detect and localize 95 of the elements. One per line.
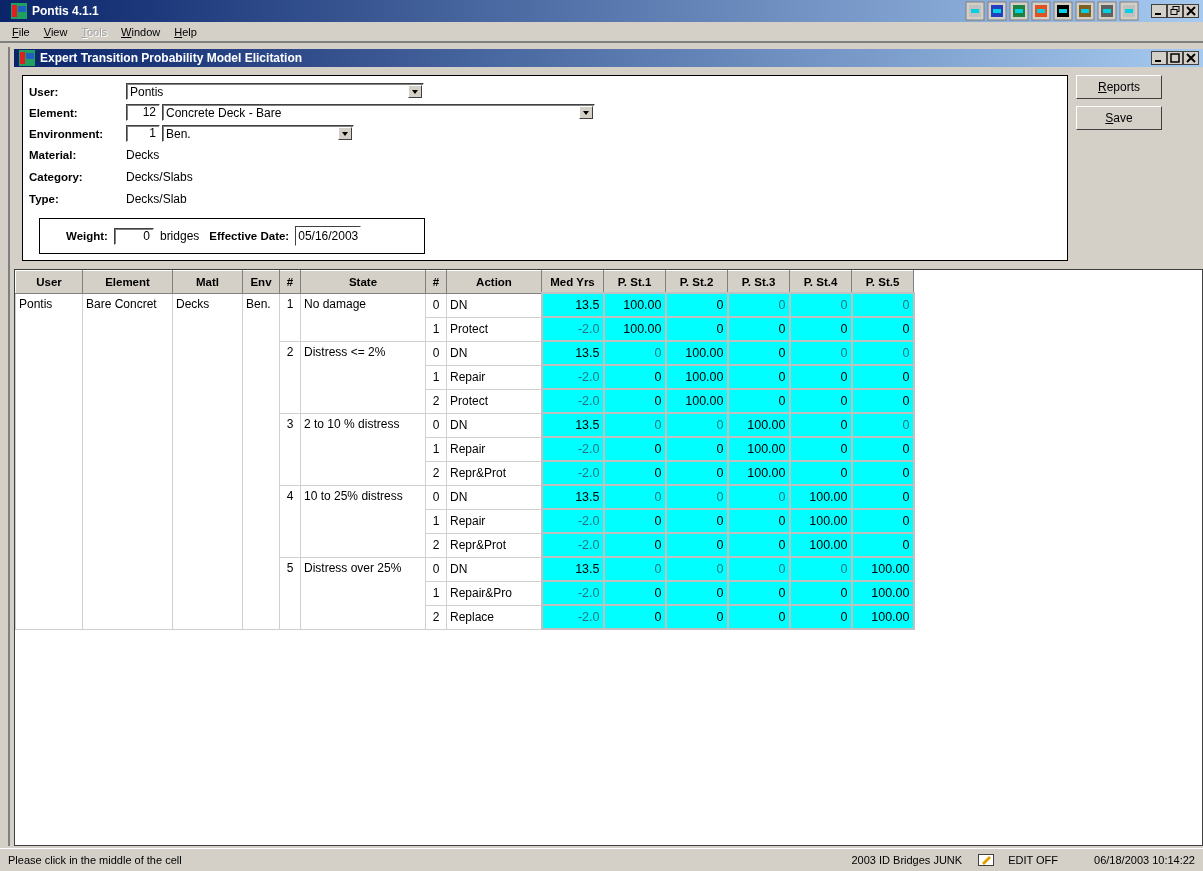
status-message: Please click in the middle of the cell	[8, 854, 183, 866]
table-cell[interactable]: 13.5	[541, 557, 604, 581]
menu-item[interactable]: Help	[174, 25, 197, 38]
action-button[interactable]: Reports	[1076, 75, 1162, 99]
unit-label: bridges	[159, 229, 200, 243]
table-cell[interactable]: -2.0	[541, 437, 604, 461]
table-cell: 0	[425, 293, 447, 317]
table-cell: 2	[425, 461, 447, 485]
user-dropdown[interactable]: Pontis	[126, 83, 424, 100]
column-header[interactable]: Element	[82, 270, 173, 293]
table-cell[interactable]: 0	[789, 293, 852, 317]
table-cell: 1	[425, 437, 447, 461]
field-value: Decks/Slabs	[126, 170, 193, 184]
table-cell: 4	[279, 485, 301, 557]
field-value: Decks/Slab	[126, 192, 187, 206]
table-cell: 3	[279, 413, 301, 485]
environment-dropdown[interactable]: Ben.	[162, 125, 354, 142]
column-header[interactable]: Env	[242, 270, 280, 293]
window-title: Expert Transition Probability Model Elicitation	[40, 51, 303, 65]
field-label: Category:	[29, 171, 84, 183]
table-cell: Pontis	[15, 293, 83, 629]
status-datetime: 06/18/2003 10:14:22	[1094, 854, 1195, 866]
table-cell: 1	[425, 365, 447, 389]
table-cell[interactable]: -2.0	[541, 533, 604, 557]
table-cell: 2	[425, 533, 447, 557]
table-cell: 1	[279, 293, 301, 341]
field-value: Decks	[126, 148, 160, 162]
element-code-field[interactable]: 12	[126, 104, 160, 121]
minimize-button[interactable]	[1151, 51, 1167, 65]
window-logo-icon	[18, 50, 36, 66]
column-header[interactable]: #	[425, 270, 447, 293]
table-cell[interactable]: 0	[665, 293, 728, 317]
app-title: Pontis 4.1.1	[32, 4, 99, 18]
table-cell[interactable]: 13.5	[541, 341, 604, 365]
table-cell: 5	[279, 557, 301, 629]
menu-item[interactable]: File	[12, 25, 30, 38]
maximize-button[interactable]	[1167, 51, 1183, 65]
field-label: User:	[29, 85, 60, 98]
table-cell[interactable]: 13.5	[541, 413, 604, 437]
edit-mode: EDIT OFF	[1008, 854, 1059, 866]
table-cell: 1	[425, 317, 447, 341]
column-header[interactable]: Action	[446, 270, 542, 293]
restore-button[interactable]	[1167, 4, 1183, 18]
app-logo-icon	[10, 3, 28, 19]
field-label: Material:	[29, 149, 78, 161]
table-cell[interactable]: 13.5	[541, 485, 604, 509]
table-cell: Bare Concret	[82, 293, 173, 629]
close-button[interactable]	[1183, 51, 1199, 65]
table-cell: Distress <= 2%	[300, 341, 426, 413]
column-header[interactable]: #	[279, 270, 301, 293]
table-cell[interactable]: -2.0	[541, 509, 604, 533]
database-name: 2003 ID Bridges JUNK	[851, 854, 963, 866]
table-cell: 2	[279, 341, 301, 413]
table-cell[interactable]: 0	[727, 293, 790, 317]
table-cell[interactable]: 100.00	[603, 293, 666, 317]
table-cell: 2 to 10 % distress	[300, 413, 426, 485]
column-header[interactable]: Matl	[172, 270, 243, 293]
menu-item[interactable]: View	[43, 25, 68, 38]
action-button[interactable]: Save	[1076, 106, 1162, 130]
table-cell: 0	[425, 413, 447, 437]
table-cell[interactable]: 0	[851, 293, 914, 317]
table-cell[interactable]: 13.5	[541, 293, 604, 317]
table-cell: 2	[425, 389, 447, 413]
date-field[interactable]: 05/16/2003	[295, 226, 362, 246]
weight-field[interactable]: 0	[113, 227, 154, 245]
environment-code-field[interactable]: 1	[126, 125, 160, 142]
table-cell: Decks	[172, 293, 243, 629]
table-cell: Ben.	[242, 293, 280, 629]
table-cell: 10 to 25% distress	[300, 485, 426, 557]
table-cell: 1	[425, 509, 447, 533]
column-header[interactable]: User	[15, 270, 83, 293]
table-cell[interactable]: -2.0	[541, 365, 604, 389]
table-cell[interactable]: -2.0	[541, 317, 604, 341]
field-label: Effective Date:	[209, 230, 290, 242]
field-label: Weight:	[66, 230, 108, 242]
column-header[interactable]: State	[300, 270, 426, 293]
table-cell[interactable]: -2.0	[541, 461, 604, 485]
table-cell: 0	[425, 341, 447, 365]
close-button[interactable]	[1183, 4, 1199, 18]
field-label: Environment:	[29, 127, 105, 140]
table-cell: 1	[425, 581, 447, 605]
element-dropdown[interactable]: Concrete Deck - Bare	[162, 104, 595, 121]
table-cell: No damage	[300, 293, 426, 341]
table-cell: 2	[425, 605, 447, 629]
minimize-button[interactable]	[1151, 4, 1167, 18]
table-cell: Distress over 25%	[300, 557, 426, 629]
table-cell[interactable]: -2.0	[541, 605, 604, 629]
field-label: Element:	[29, 106, 79, 119]
field-label: Type:	[29, 193, 60, 205]
table-cell: 0	[425, 485, 447, 509]
table-cell: 0	[425, 557, 447, 581]
table-cell[interactable]: -2.0	[541, 581, 604, 605]
menu-item[interactable]: Window	[121, 25, 161, 38]
pencil-icon	[978, 854, 995, 866]
table-cell[interactable]: -2.0	[541, 389, 604, 413]
